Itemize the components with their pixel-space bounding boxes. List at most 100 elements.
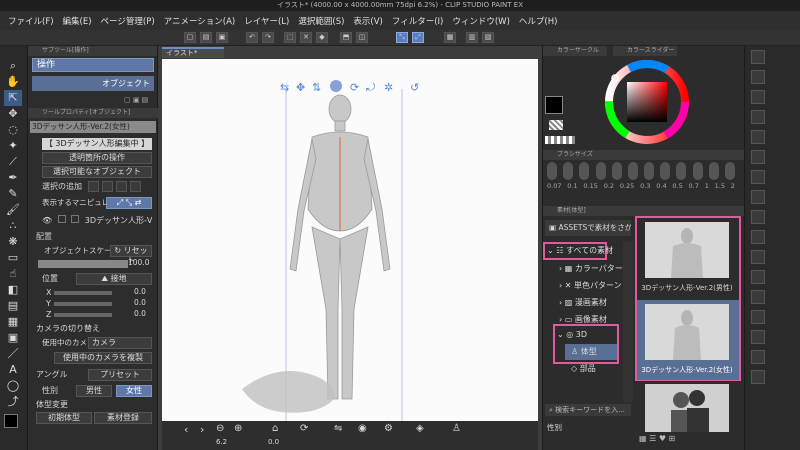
folder-icon[interactable]	[751, 270, 765, 284]
gradient-tool-icon[interactable]: ▤	[4, 298, 22, 314]
reset-button[interactable]: ↻ リセット	[110, 245, 152, 265]
zoom-tool-icon[interactable]: ⌕	[4, 58, 22, 74]
pen-tool-icon[interactable]: ✒	[4, 170, 22, 186]
brush-tool-icon[interactable]: 🖌	[4, 202, 22, 218]
scale-slider[interactable]	[38, 260, 128, 268]
figure-tool-icon[interactable]: ▦	[4, 314, 22, 330]
lock-box-icon[interactable]	[71, 215, 80, 223]
decoration-tool-icon[interactable]: ❋	[4, 234, 22, 250]
timeline-icon[interactable]	[751, 170, 765, 184]
brush-size-grid[interactable]: 0.07 0.1 0.15 0.2 0.25 0.3 0.4 0.5 0.7 1 1.5 2	[547, 162, 741, 202]
invert-icon[interactable]: ◫	[356, 32, 368, 43]
menu-file[interactable]: ファイル(F)	[8, 15, 54, 27]
folder-icon[interactable]	[751, 310, 765, 324]
record-icon[interactable]: ◉	[358, 423, 367, 434]
initial-body-button[interactable]: 初期体型	[36, 412, 92, 424]
keyword-search-input[interactable]: ⌕ 検索キーワードを入...	[545, 404, 631, 416]
folder-icon[interactable]	[751, 350, 765, 364]
fill-icon[interactable]: ◆	[316, 32, 328, 43]
brush-size-icon[interactable]	[660, 162, 671, 180]
color-wheel[interactable]	[605, 60, 689, 144]
canvas[interactable]: ⇆ ✥ ⇅ ⟳ ⤾ ✲ ↺	[162, 59, 538, 421]
history-icon[interactable]	[751, 90, 765, 104]
brush-size-icon[interactable]	[692, 162, 703, 180]
menu-edit[interactable]: 編集(E)	[63, 15, 92, 27]
selectable-object-select[interactable]: 選択可能なオブジェクト	[42, 166, 152, 178]
foreground-color[interactable]	[545, 96, 563, 114]
female-button[interactable]: 女性	[116, 385, 152, 397]
prev-icon[interactable]: ‹	[184, 423, 188, 436]
transparent-color[interactable]	[549, 120, 563, 130]
snap-special-icon[interactable]: ⤢	[412, 32, 424, 43]
male-doll-thumbnail[interactable]	[645, 222, 729, 278]
female-doll-label[interactable]: 3Dデッサン人形-Ver.2(女性)	[637, 364, 737, 376]
correction-tool-icon[interactable]: ⤴	[4, 394, 22, 410]
tab-illustration[interactable]: イラスト*	[162, 47, 224, 58]
transparent-op-select[interactable]: 透明箇所の操作	[42, 152, 152, 164]
brush-size-icon[interactable]	[579, 162, 590, 180]
blend-tool-icon[interactable]: ☝	[4, 266, 22, 282]
menu-filter[interactable]: フィルター(I)	[392, 15, 443, 27]
selection-new-button[interactable]	[88, 181, 99, 192]
folder-icon[interactable]	[751, 210, 765, 224]
new-file-icon[interactable]: ▢	[184, 32, 196, 43]
menu-page[interactable]: ページ管理(P)	[101, 15, 155, 27]
menu-view[interactable]: 表示(V)	[353, 15, 382, 27]
eye-icon[interactable]: 👁	[42, 216, 52, 225]
color-history[interactable]	[545, 136, 575, 144]
model-icon[interactable]: ♙	[452, 423, 461, 434]
transform-icon[interactable]: ⬒	[340, 32, 352, 43]
color-slider-tab[interactable]: カラースライダー	[613, 46, 677, 56]
frame-tool-icon[interactable]: ▣	[4, 330, 22, 346]
operation-tool-icon[interactable]: ⇱	[4, 90, 22, 106]
preset-select[interactable]: プリセット	[88, 369, 152, 381]
folder-icon[interactable]	[751, 330, 765, 344]
assets-search-link[interactable]: ▣ ASSETSで素材をさがす	[545, 220, 631, 236]
undo-icon[interactable]: ↶	[246, 32, 258, 43]
folder-icon[interactable]	[751, 370, 765, 384]
copy-camera-button[interactable]: 使用中のカメラを複製	[54, 352, 152, 364]
text-tool-icon[interactable]: A	[4, 362, 22, 378]
layer-icon[interactable]	[751, 130, 765, 144]
menu-layer[interactable]: レイヤー(L)	[244, 15, 289, 27]
redo-icon[interactable]: ↷	[262, 32, 274, 43]
grid-icon[interactable]: ▦	[444, 32, 456, 43]
selection-add-button[interactable]	[102, 181, 113, 192]
y-slider[interactable]	[54, 302, 112, 306]
layer-property-icon[interactable]	[751, 70, 765, 84]
snap-ruler-icon[interactable]: ⤡	[396, 32, 408, 43]
color-wheel-tab[interactable]: カラーサークル	[543, 46, 607, 56]
eraser-tool-icon[interactable]: ▭	[4, 250, 22, 266]
manipulator-toggle[interactable]: ⤢ ⤡ ⇄	[106, 197, 152, 209]
brush-size-icon[interactable]	[644, 162, 655, 180]
ground-button[interactable]: ⛰ 接地	[76, 273, 152, 285]
zoom-out-icon[interactable]: ⊖	[216, 423, 224, 434]
folder-icon[interactable]	[751, 290, 765, 304]
balloon-tool-icon[interactable]: ◯	[4, 378, 22, 394]
menu-window[interactable]: ウィンドウ(W)	[452, 15, 510, 27]
layout-icon[interactable]: ▧	[482, 32, 494, 43]
save-icon[interactable]: ▣	[216, 32, 228, 43]
tree-all-materials[interactable]: ⌄ ☷ すべての素材	[547, 244, 613, 257]
magic-wand-icon[interactable]: ✦	[4, 138, 22, 154]
female-doll-thumbnail[interactable]	[645, 304, 729, 360]
flip-icon[interactable]: ⇋	[334, 423, 342, 434]
x-slider[interactable]	[54, 291, 112, 295]
menu-help[interactable]: ヘルプ(H)	[519, 15, 558, 27]
material-view-controls[interactable]: ▦ ☰ ♥ ⊞	[639, 434, 739, 446]
3d-model-view[interactable]: ⇆ ✥ ⇅ ⟳ ⤾ ✲ ↺	[162, 59, 538, 421]
brush-size-icon[interactable]	[595, 162, 606, 180]
brush-size-icon[interactable]	[611, 162, 622, 180]
checkbox-icon[interactable]	[57, 215, 66, 223]
register-material-button[interactable]: 素材登録	[94, 412, 152, 424]
menu-animation[interactable]: アニメーション(A)	[164, 15, 236, 27]
clear-icon[interactable]: ✕	[300, 32, 312, 43]
settings-icon[interactable]: ⚙	[384, 423, 393, 434]
male-button[interactable]: 男性	[76, 385, 112, 397]
tree-3d[interactable]: ⌄ ◎ 3D	[557, 328, 587, 341]
eyedropper-icon[interactable]: ⟋	[4, 154, 22, 170]
male-doll-label[interactable]: 3Dデッサン人形-Ver.2(男性)	[637, 282, 737, 294]
camera-reset-icon[interactable]: ◈	[416, 423, 424, 434]
sub-view-icon[interactable]	[751, 110, 765, 124]
main-color-swatch[interactable]	[4, 414, 18, 428]
